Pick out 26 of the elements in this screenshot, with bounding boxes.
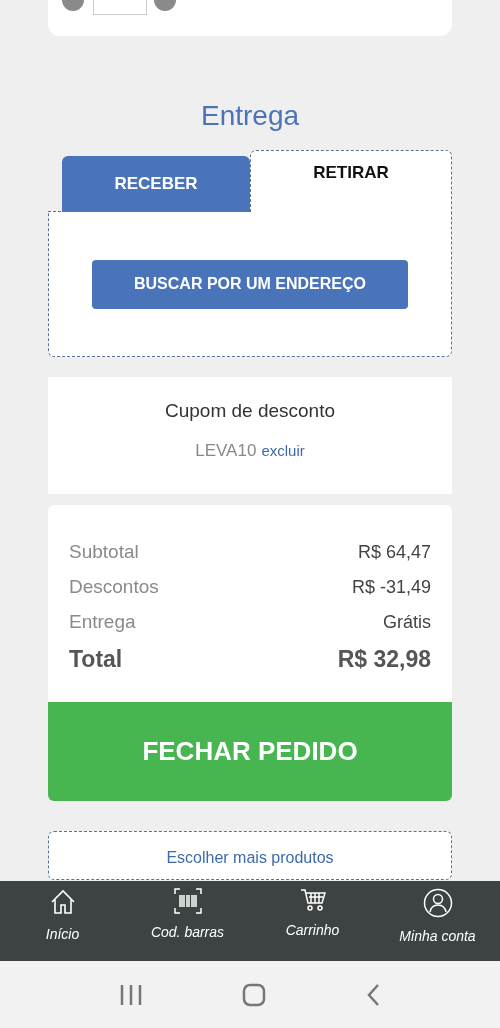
nav-item[interactable]: Início — [0, 881, 125, 961]
summary-value: R$ 32,98 — [337, 644, 431, 674]
barcode-icon — [173, 888, 202, 914]
section-title: Entrega — [199, 99, 301, 133]
summary-label: Total — [69, 644, 123, 674]
coupon-code: LEVA10 — [195, 439, 257, 462]
summary-label: Subtotal — [69, 540, 139, 565]
back-icon[interactable] — [366, 982, 380, 1007]
recent-apps-icon[interactable] — [120, 983, 142, 1006]
nav-item[interactable]: Cod. barras — [125, 881, 250, 961]
account-icon — [422, 888, 453, 918]
summary-value: R$ 64,47 — [357, 541, 431, 564]
delivery-tab[interactable]: RECEBER — [62, 156, 250, 212]
summary-value: R$ -31,49 — [351, 576, 431, 599]
search-address-button[interactable]: BUSCAR POR UM ENDEREÇO — [92, 259, 408, 309]
nav-item[interactable]: Minha conta — [375, 881, 500, 961]
cart-icon — [299, 888, 326, 912]
summary-value: Grátis — [383, 611, 431, 634]
summary-label: Descontos — [69, 575, 159, 600]
home-button-icon[interactable] — [242, 982, 266, 1007]
nav-item[interactable]: Carrinho — [250, 881, 375, 961]
more-products-link[interactable]: Escolher mais produtos — [48, 831, 452, 880]
coupon-title: Cupom de desconto — [164, 399, 336, 423]
delivery-tab[interactable]: RETIRAR — [250, 150, 452, 213]
remove-coupon-link[interactable]: excluir — [261, 439, 305, 462]
summary-label: Entrega — [69, 610, 136, 635]
